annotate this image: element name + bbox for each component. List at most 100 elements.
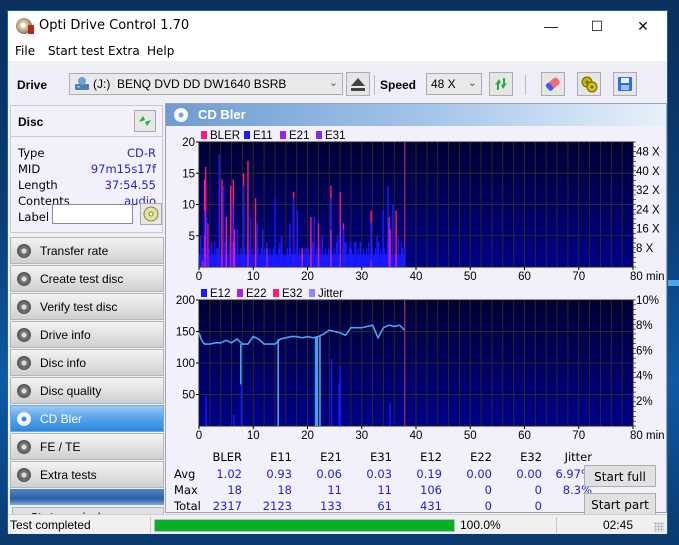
e11-bar [351,254,354,267]
nav-verify-test-disc[interactable]: Verify test disc [10,293,164,320]
e11-bar [286,248,289,267]
start-full-button[interactable]: Start full [584,465,656,487]
nav-create-test-disc[interactable]: Create test disc [10,265,164,292]
y2-tick-label: 24 X [636,204,660,216]
e11-bar [361,254,363,267]
e11-bar [369,254,371,267]
e11-bar [359,242,361,267]
e11-bar [348,248,350,267]
save-button[interactable] [613,72,637,96]
e11-bar [353,254,355,267]
e11-bar [253,254,255,267]
nav-extra-tests[interactable]: Extra tests [10,461,164,488]
menu-help[interactable]: Help [147,44,174,58]
resize-grip[interactable] [654,522,664,532]
nav-disc-info[interactable]: Disc info [10,349,164,376]
e21-bar [388,223,390,267]
e11-bar [335,242,337,267]
status-bar: Test completed 100.0% 02:45 [8,514,667,534]
e11-bar [325,254,328,267]
legend-label-e32: E32 [282,288,302,300]
e11-bar [284,254,286,267]
nav-fe-te[interactable]: FE / TE [10,433,164,460]
disc-label-input[interactable] [52,204,133,224]
e12-bar [330,359,333,426]
nav-transfer-rate[interactable]: Transfer rate [10,237,164,264]
nav-drive-info[interactable]: Drive info [10,321,164,348]
e31-bar [317,260,320,267]
e11-bar [244,254,246,267]
disc-type-key: Type [18,146,45,160]
e11-bar [341,254,343,267]
y2-tick-label: 4% [636,371,653,383]
maximize-button[interactable]: ☐ [574,11,620,41]
e11-bar [345,242,347,267]
refresh-speed-button[interactable] [489,72,513,96]
disc-mid-row: MID 97m15s17f [18,162,156,178]
menu-bar: File Start test Extra Help [8,41,667,61]
bler-bar [254,198,257,267]
nav-label: FE / TE [40,440,81,454]
e11-bar [333,248,335,267]
legend-label-e11: E11 [253,130,273,142]
e11-bar [321,235,324,267]
stats-value-max-e32: 0 [534,483,542,497]
e11-bar [279,242,281,267]
e21-bar [339,223,341,267]
bler-bar [395,210,397,267]
disc-label-key: Label [18,210,50,224]
stats-value-max-bler: 18 [227,483,242,497]
e11-bar [329,254,331,267]
e11-bar [334,254,336,267]
legend-swatch-e32 [273,289,279,297]
e11-bar [280,235,283,267]
nav-label: Extra tests [40,468,97,482]
e11-bar [366,248,368,267]
x-tick-label: 60 [518,271,531,283]
e11-bar [404,248,406,267]
menu-extra[interactable]: Extra [108,44,140,58]
e11-bar [218,154,220,267]
e11-bar [315,254,317,267]
menu-start-test[interactable]: Start test [48,44,104,58]
e11-bar [210,242,213,267]
settings-button[interactable] [577,72,601,96]
status-text: Test completed [10,518,91,532]
e11-bar [241,254,243,267]
e11-bar [295,248,297,267]
e11-bar [287,254,290,267]
e11-bar [296,210,299,267]
speed-select[interactable]: 48 X ⌄ [426,73,482,95]
disc-label-button[interactable] [140,203,162,225]
e31-bar [370,260,372,267]
e31-bar [201,260,204,267]
x-tick-label: 0 [196,271,202,283]
nav-cd-bler[interactable]: CD Bler [10,405,164,432]
drive-select[interactable]: (J:) BENQ DVD DD DW1640 BSRB ⌄ [69,73,343,95]
start-part-button[interactable]: Start part [584,493,656,515]
e21-bar [266,248,268,267]
bler-bar [247,160,249,267]
nav-disc-quality[interactable]: Disc quality [10,377,164,404]
e11-bar [378,242,380,267]
desktop-background [667,280,679,286]
stats-value-total-e11: 2123 [262,499,292,513]
menu-file[interactable]: File [15,44,35,58]
stats-value-avg-e11: 0.93 [266,467,292,481]
erase-button[interactable] [541,72,565,96]
bler-chart: 0 10 20 30 40 50 60 70 80 min 5 10 15 20 8 X 16 X 24 X 3… [182,130,664,283]
sidebar: Disc Type CD-R MID 97m15s17f Length 37:5… [9,103,164,527]
close-button[interactable]: ✕ [620,11,666,41]
disc-quality-icon [17,384,31,398]
e11-bar [265,254,267,267]
e11-bar [373,254,375,267]
disc-panel: Disc Type CD-R MID 97m15s17f Length 37:5… [10,105,163,233]
e11-bar [258,254,260,267]
e11-bar [379,254,381,267]
toolbar-divider [525,75,526,95]
disc-refresh-button[interactable] [134,110,156,132]
eject-button[interactable] [346,72,370,96]
cd-icon [143,206,159,222]
e11-bar [384,254,386,267]
minimize-button[interactable]: — [528,11,574,41]
